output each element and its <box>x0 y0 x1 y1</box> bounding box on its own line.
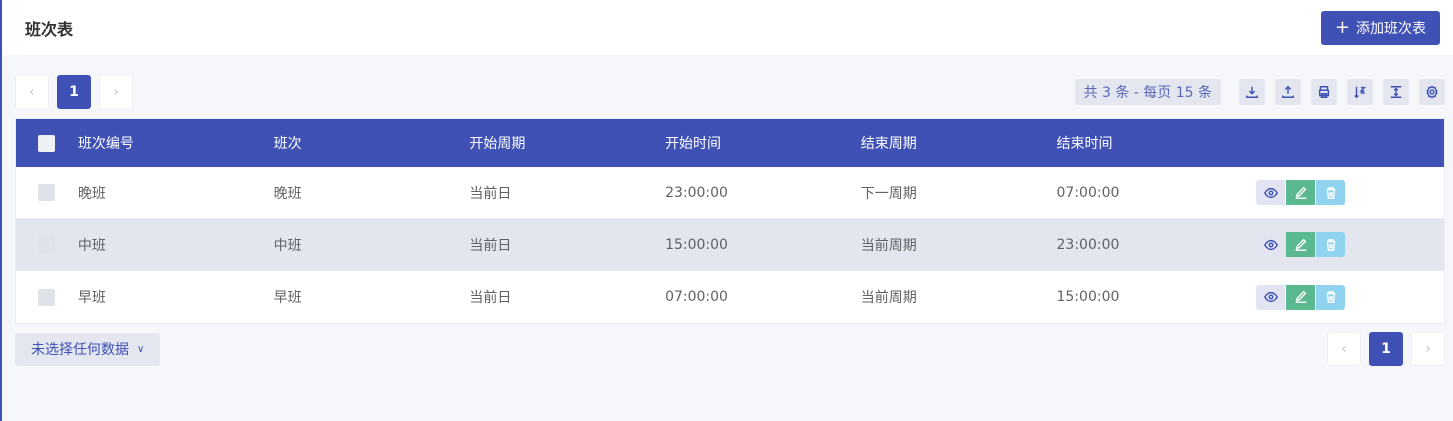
cell-end-cycle: 当前周期 <box>860 290 917 306</box>
print-icon[interactable] <box>1311 78 1337 105</box>
column-header[interactable]: 结束周期 <box>861 133 1057 153</box>
row-actions <box>1252 232 1444 257</box>
add-button-label: 添加班次表 <box>1356 20 1426 37</box>
pencil-icon[interactable] <box>1286 284 1316 310</box>
page-number-button[interactable]: 1 <box>1369 332 1403 366</box>
page-header: 班次表 + 添加班次表 <box>2 0 1453 55</box>
cell-start-cycle: 当前日 <box>469 237 512 254</box>
row-checkbox[interactable] <box>38 288 56 306</box>
chevron-right-icon[interactable]: › <box>1411 332 1445 366</box>
column-header[interactable]: 班次编号 <box>78 133 274 153</box>
plus-icon: + <box>1334 16 1350 38</box>
shift-table: 班次编号 班次 开始周期 开始时间 结束周期 结束时间 晚班 晚班 当前日 23… <box>15 118 1445 324</box>
select-all-cell <box>16 134 78 152</box>
trash-icon[interactable] <box>1316 180 1346 205</box>
page-number-button[interactable]: 1 <box>57 74 91 109</box>
row-actions <box>1252 284 1444 310</box>
cell-end-cycle: 当前周期 <box>860 237 917 254</box>
cell-code: 早班 <box>77 290 106 306</box>
table-tools: 共 3 条 - 每页 15 条 <box>1074 78 1445 105</box>
cell-code: 晚班 <box>77 185 106 202</box>
row-actions <box>1252 180 1444 205</box>
row-select-cell <box>16 288 78 306</box>
column-height-icon[interactable] <box>1383 78 1409 105</box>
eye-icon[interactable] <box>1256 284 1286 310</box>
cell-shift: 中班 <box>273 237 302 254</box>
cell-end-time: 23:00:00 <box>1056 236 1120 253</box>
download-icon[interactable] <box>1239 78 1265 105</box>
trash-icon[interactable] <box>1316 284 1346 310</box>
select-all-checkbox[interactable] <box>38 134 56 152</box>
bottom-pagination: ‹ 1 › <box>1327 332 1445 366</box>
settings-icon[interactable] <box>1419 78 1445 105</box>
trash-icon[interactable] <box>1316 232 1346 257</box>
cell-start-time: 23:00:00 <box>665 184 728 201</box>
table-footer: 未选择任何数据 ∨ ‹ 1 › <box>15 332 1445 366</box>
row-checkbox[interactable] <box>38 236 56 253</box>
cell-end-cycle: 下一周期 <box>860 185 917 202</box>
cell-start-cycle: 当前日 <box>469 185 512 202</box>
chevron-right-icon[interactable]: › <box>99 74 133 109</box>
row-select-cell <box>16 184 78 201</box>
upload-icon[interactable] <box>1275 78 1301 105</box>
cell-start-time: 15:00:00 <box>665 236 728 253</box>
chevron-down-icon: ∨ <box>137 343 145 355</box>
row-select-cell <box>16 236 78 253</box>
eye-icon[interactable] <box>1256 232 1286 257</box>
column-header[interactable]: 开始时间 <box>665 133 861 153</box>
column-header[interactable]: 开始周期 <box>469 133 665 153</box>
row-checkbox[interactable] <box>38 184 56 201</box>
page: 班次表 + 添加班次表 ‹ 1 › 共 3 条 - 每页 15 条 班次编号 班… <box>0 0 1453 421</box>
total-info: 共 3 条 - 每页 15 条 <box>1074 78 1221 105</box>
page-title: 班次表 <box>25 19 74 39</box>
column-header[interactable]: 班次 <box>274 133 470 153</box>
cell-shift: 早班 <box>273 290 302 306</box>
cell-end-time: 15:00:00 <box>1056 289 1120 305</box>
table-row[interactable]: 早班 早班 当前日 07:00:00 当前周期 15:00:00 <box>16 271 1444 323</box>
add-shift-table-button[interactable]: + 添加班次表 <box>1320 10 1440 45</box>
table-row[interactable]: 中班 中班 当前日 15:00:00 当前周期 23:00:00 <box>16 219 1444 271</box>
selection-label: 未选择任何数据 <box>31 342 129 358</box>
eye-icon[interactable] <box>1256 180 1286 205</box>
column-header[interactable]: 结束时间 <box>1057 133 1253 153</box>
cell-start-cycle: 当前日 <box>469 290 512 306</box>
sort-icon[interactable] <box>1347 78 1373 105</box>
pencil-icon[interactable] <box>1286 180 1316 205</box>
chevron-left-icon[interactable]: ‹ <box>1327 332 1361 366</box>
toolbar: ‹ 1 › 共 3 条 - 每页 15 条 <box>15 74 1445 109</box>
pencil-icon[interactable] <box>1286 232 1316 257</box>
selection-dropdown[interactable]: 未选择任何数据 ∨ <box>15 332 161 366</box>
cell-shift: 晚班 <box>273 185 302 202</box>
table-header: 班次编号 班次 开始周期 开始时间 结束周期 结束时间 <box>16 119 1444 167</box>
chevron-left-icon[interactable]: ‹ <box>15 74 49 109</box>
cell-end-time: 07:00:00 <box>1056 184 1120 201</box>
cell-code: 中班 <box>77 237 106 254</box>
cell-start-time: 07:00:00 <box>665 289 728 305</box>
top-pagination: ‹ 1 › <box>15 74 133 109</box>
table-row[interactable]: 晚班 晚班 当前日 23:00:00 下一周期 07:00:00 <box>16 167 1444 219</box>
